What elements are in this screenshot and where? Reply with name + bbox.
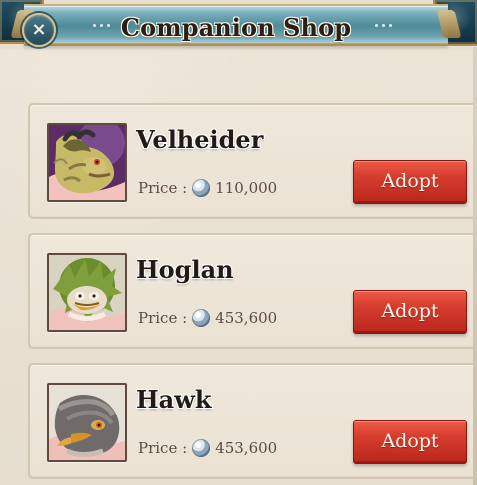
- companion-name: Hoglan: [136, 255, 234, 284]
- decorative-dot: [375, 24, 378, 27]
- adopt-button-label: Adopt: [381, 170, 439, 192]
- adopt-button[interactable]: Adopt: [353, 290, 467, 334]
- price-label: Price :: [138, 309, 188, 327]
- companion-name: Hawk: [136, 385, 212, 414]
- price-value: 453,600: [215, 309, 278, 327]
- silver-coin-icon: [192, 439, 211, 457]
- silver-coin-icon: [192, 309, 211, 327]
- companion-name: Velheider: [136, 125, 264, 154]
- list-item: Velheider Price : 110,000 Adopt: [28, 103, 477, 219]
- title-bar: Companion Shop: [24, 4, 448, 46]
- list-item: Hoglan Price : 453,600 Adopt: [28, 233, 477, 349]
- page-title: Companion Shop: [120, 13, 352, 42]
- title-bar-right-dots: [375, 24, 392, 27]
- price-label: Price :: [138, 179, 188, 197]
- leafy-creature-icon: [47, 253, 127, 332]
- price-label: Price :: [138, 439, 188, 457]
- price-value: 110,000: [215, 179, 278, 197]
- companion-shop-screen: Companion Shop × Velheider Price: 110,0…: [0, 0, 477, 485]
- adopt-button[interactable]: Adopt: [353, 420, 467, 464]
- price-value: 453,600: [215, 439, 278, 457]
- silver-coin-icon: [192, 179, 211, 197]
- price-row: Price : 453,600: [138, 308, 277, 328]
- header: Companion Shop ×: [0, 0, 477, 50]
- adopt-button-label: Adopt: [381, 300, 439, 322]
- hawk-icon: [47, 383, 127, 462]
- list-item: Hawk Price : 453,600 Adopt: [28, 363, 477, 479]
- price-row: Price : 453,600: [138, 438, 277, 458]
- close-button[interactable]: ×: [22, 13, 56, 47]
- adopt-button[interactable]: Adopt: [353, 160, 467, 204]
- scroll-edge: [473, 47, 477, 485]
- decorative-dot: [389, 24, 392, 27]
- dragon-icon: [47, 123, 127, 202]
- close-icon: ×: [31, 19, 47, 40]
- price-row: Price : 110,000: [138, 178, 277, 198]
- decorative-dot: [382, 24, 385, 27]
- adopt-button-label: Adopt: [381, 430, 439, 452]
